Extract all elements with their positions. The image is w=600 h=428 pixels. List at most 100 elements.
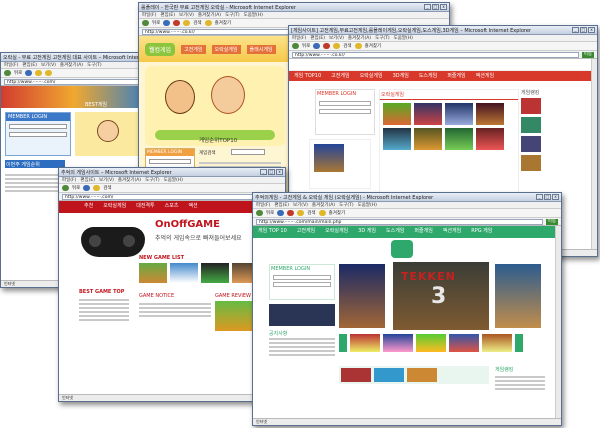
game-thumbnail[interactable] (374, 368, 404, 382)
favorites-icon[interactable] (318, 210, 326, 216)
address-input[interactable]: http://www.·······.com/main/main.php (256, 218, 543, 225)
minimize-button[interactable]: _ (424, 4, 431, 10)
id-input[interactable] (319, 101, 371, 106)
nav-arcade[interactable]: 오락실게임 (320, 226, 353, 238)
id-input[interactable] (9, 124, 67, 129)
game-thumbnail[interactable] (449, 334, 479, 352)
maximize-button[interactable]: □ (432, 4, 439, 10)
game-thumbnail[interactable] (521, 117, 541, 133)
search-icon[interactable] (297, 210, 305, 216)
menu-edit[interactable]: 편집(E) (310, 35, 325, 41)
game-thumbnail[interactable] (350, 334, 380, 352)
site-logo[interactable] (391, 240, 413, 258)
title-bar[interactable]: 롤플레이 - 한국판 무료 고전게임 오락실 - Microsoft Inter… (139, 3, 449, 12)
nav-classic[interactable]: 고전게임 (292, 226, 320, 238)
site-logo[interactable]: 웰컴게임 (145, 42, 176, 56)
search-label[interactable]: 검색 (193, 20, 201, 26)
game-thumbnail[interactable] (314, 144, 344, 172)
game-thumbnail[interactable] (383, 334, 413, 352)
close-button[interactable]: x (276, 169, 283, 175)
address-input[interactable]: http://www.·······.com/ (4, 78, 144, 85)
search-label[interactable]: 검색 (103, 185, 111, 191)
game-thumbnail[interactable] (445, 128, 473, 150)
game-thumbnail[interactable] (445, 103, 473, 125)
game-thumbnail[interactable] (383, 128, 411, 150)
game-thumbnail[interactable] (521, 136, 541, 152)
forward-icon[interactable] (25, 70, 33, 76)
scrollbar[interactable] (555, 226, 561, 418)
nav-arcade[interactable]: 오락실게임 (98, 201, 131, 213)
close-button[interactable]: x (588, 27, 595, 33)
minimize-button[interactable]: _ (260, 169, 267, 175)
nav-arcade[interactable]: 오락실게임 (355, 71, 388, 81)
menu-view[interactable]: 보기(V) (41, 62, 56, 68)
favorites-label[interactable]: 즐겨찾기 (365, 43, 382, 49)
game-thumbnail[interactable] (407, 368, 437, 382)
nav-3d[interactable]: 3D게임 (388, 71, 414, 81)
nav-sports[interactable]: 스포츠 (160, 201, 184, 213)
search-label[interactable]: 검색 (343, 43, 351, 49)
menu-tools[interactable]: 도구(T) (225, 12, 240, 18)
id-input[interactable] (149, 159, 191, 164)
menu-view[interactable]: 보기(V) (179, 12, 194, 18)
menu-file[interactable]: 파일(F) (142, 12, 156, 18)
back-icon[interactable] (256, 210, 263, 216)
menu-help[interactable]: 도움말(H) (244, 12, 263, 18)
back-icon[interactable] (292, 43, 299, 49)
maximize-button[interactable]: □ (544, 194, 551, 200)
favorites-icon[interactable] (204, 20, 212, 26)
nav-classic[interactable]: 고전게임 (326, 71, 354, 81)
game-thumbnail[interactable] (341, 368, 371, 382)
scrollbar[interactable] (591, 59, 597, 249)
stop-icon[interactable] (173, 20, 181, 26)
menu-favorites[interactable]: 즐겨찾기(A) (348, 35, 371, 41)
nav-action[interactable]: 액션게임 (438, 226, 466, 238)
menu-favorites[interactable]: 즐겨찾기(A) (198, 12, 221, 18)
back-icon[interactable] (142, 20, 149, 26)
favorites-label[interactable]: 즐겨찾기 (329, 210, 346, 216)
menu-file[interactable]: 파일(F) (292, 35, 306, 41)
game-thumbnail[interactable] (215, 301, 255, 331)
favorites-icon[interactable] (354, 43, 362, 49)
forward-icon[interactable] (83, 185, 91, 191)
best-game-link[interactable]: BEST게임 (85, 101, 107, 108)
password-input[interactable] (273, 282, 331, 287)
promo-banner[interactable] (269, 304, 335, 326)
title-bar[interactable]: [게임사이트] 고전게임,무료고전게임,롤플레이게임,오락실게임,도스게임,3D… (289, 26, 597, 35)
forward-icon[interactable] (163, 20, 171, 26)
game-thumbnail[interactable] (414, 103, 442, 125)
game-thumbnail[interactable] (495, 264, 541, 328)
nav-dos[interactable]: 도스게임 (381, 226, 409, 238)
tab-flash[interactable]: 플래시게임 (246, 44, 276, 54)
game-thumbnail[interactable] (170, 263, 198, 283)
tab-arcade[interactable]: 오락실게임 (211, 44, 241, 54)
nav-puzzle[interactable]: 퍼즐게임 (442, 71, 470, 81)
search-icon[interactable] (35, 70, 43, 76)
title-bar[interactable]: 추억의게임 - 고전게임 & 오락실 게임 (오락실게임) - Microsof… (253, 193, 561, 202)
game-search-select[interactable] (231, 149, 265, 155)
site-logo[interactable]: OnOffGAME (155, 219, 220, 230)
menu-tools[interactable]: 도구(T) (375, 35, 390, 41)
maximize-button[interactable]: □ (268, 169, 275, 175)
game-thumbnail[interactable] (416, 334, 446, 352)
carousel-prev-button[interactable] (339, 334, 347, 352)
back-icon[interactable] (62, 185, 69, 191)
stop-icon[interactable] (323, 43, 331, 49)
back-icon[interactable] (4, 70, 11, 76)
forward-icon[interactable] (277, 210, 285, 216)
menu-view[interactable]: 보기(V) (293, 202, 308, 208)
menu-help[interactable]: 도움말(H) (394, 35, 413, 41)
game-thumbnail[interactable] (339, 264, 385, 328)
favorites-label[interactable]: 즐겨찾기 (215, 20, 232, 26)
back-label[interactable]: 뒤로 (302, 43, 310, 49)
tab-classic[interactable]: 고전게임 (181, 44, 206, 54)
menu-favorites[interactable]: 즐겨찾기(A) (60, 62, 83, 68)
menu-edit[interactable]: 편집(E) (274, 202, 289, 208)
game-thumbnail[interactable] (482, 334, 512, 352)
id-input[interactable] (273, 275, 331, 280)
nav-dos[interactable]: 도스게임 (414, 71, 442, 81)
menu-help[interactable]: 도움말(H) (164, 177, 183, 183)
menu-view[interactable]: 보기(V) (99, 177, 114, 183)
minimize-button[interactable]: _ (536, 194, 543, 200)
nav-rpg[interactable]: RPG 게임 (466, 226, 497, 238)
